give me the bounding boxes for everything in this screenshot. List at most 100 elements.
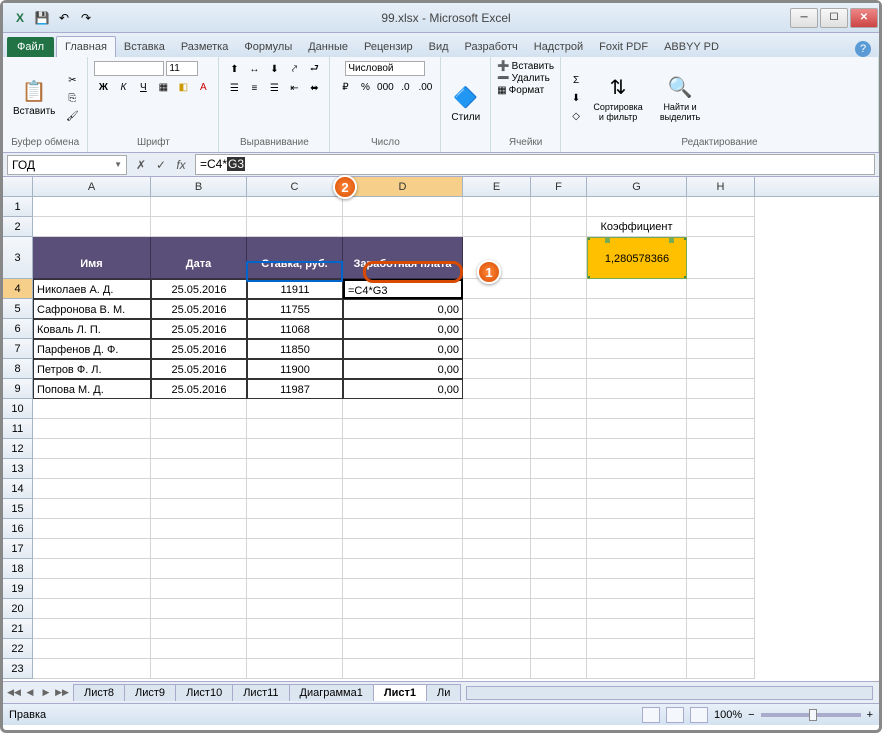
undo-icon[interactable]: ↶ <box>55 9 73 27</box>
cell[interactable] <box>687 237 755 279</box>
cell[interactable] <box>343 579 463 599</box>
table-cell[interactable]: 25.05.2016 <box>151 339 247 359</box>
cell[interactable] <box>587 639 687 659</box>
cell[interactable] <box>151 599 247 619</box>
cell[interactable] <box>343 539 463 559</box>
row-header[interactable]: 11 <box>3 419 33 439</box>
font-size-select[interactable] <box>166 61 198 76</box>
cell[interactable] <box>531 459 587 479</box>
cell[interactable] <box>687 197 755 217</box>
cell[interactable] <box>587 559 687 579</box>
autosum-icon[interactable]: Σ <box>567 72 585 88</box>
cell[interactable] <box>463 539 531 559</box>
col-header-g[interactable]: G <box>587 177 687 196</box>
cell[interactable] <box>463 639 531 659</box>
cell[interactable] <box>247 539 343 559</box>
cell[interactable] <box>463 359 531 379</box>
font-color-icon[interactable]: A <box>194 79 212 95</box>
horizontal-scrollbar[interactable] <box>466 686 873 700</box>
cell[interactable] <box>463 519 531 539</box>
cell[interactable] <box>343 659 463 679</box>
zoom-in-icon[interactable]: + <box>867 709 873 721</box>
row-header[interactable]: 9 <box>3 379 33 399</box>
cell[interactable] <box>151 499 247 519</box>
cell[interactable] <box>587 439 687 459</box>
row-header[interactable]: 8 <box>3 359 33 379</box>
cell[interactable] <box>33 579 151 599</box>
cell[interactable] <box>587 319 687 339</box>
cell[interactable] <box>151 197 247 217</box>
cell[interactable] <box>247 479 343 499</box>
row-header[interactable]: 15 <box>3 499 33 519</box>
format-painter-icon[interactable]: 🖌 <box>63 108 81 124</box>
row-header[interactable]: 4 <box>3 279 33 299</box>
table-cell[interactable]: 11900 <box>247 359 343 379</box>
table-cell[interactable]: 0,00 <box>343 319 463 339</box>
row-header[interactable]: 13 <box>3 459 33 479</box>
cell[interactable] <box>247 499 343 519</box>
cell[interactable] <box>687 339 755 359</box>
cell[interactable] <box>343 197 463 217</box>
cell[interactable] <box>343 217 463 237</box>
tab-developer[interactable]: Разработч <box>457 37 526 57</box>
cell[interactable] <box>151 639 247 659</box>
cell[interactable] <box>343 519 463 539</box>
formula-input[interactable]: =C4*G3 <box>195 154 875 175</box>
indent-dec-icon[interactable]: ⇤ <box>285 80 303 96</box>
view-layout-icon[interactable] <box>666 707 684 723</box>
cell[interactable] <box>687 579 755 599</box>
maximize-button[interactable]: ☐ <box>820 8 848 28</box>
cell[interactable] <box>151 479 247 499</box>
cell[interactable] <box>343 399 463 419</box>
sheet-nav-arrows[interactable]: ◀◀◀▶▶▶ <box>3 687 73 698</box>
spreadsheet-grid[interactable]: A B C D E F G H 1 2Коэффициент 3 Имя Дат… <box>3 177 879 681</box>
copy-icon[interactable]: ⎘ <box>63 90 81 106</box>
clear-icon[interactable]: ◇ <box>567 108 585 124</box>
cell[interactable] <box>33 459 151 479</box>
cell[interactable] <box>587 197 687 217</box>
cell[interactable] <box>151 659 247 679</box>
cell[interactable] <box>531 379 587 399</box>
cell[interactable] <box>687 299 755 319</box>
cell[interactable] <box>587 519 687 539</box>
cell[interactable] <box>687 659 755 679</box>
bold-icon[interactable]: Ж <box>94 79 112 95</box>
redo-icon[interactable]: ↷ <box>77 9 95 27</box>
cell[interactable] <box>531 279 587 299</box>
cell[interactable] <box>151 419 247 439</box>
cell[interactable] <box>247 459 343 479</box>
cell[interactable] <box>33 519 151 539</box>
col-header-e[interactable]: E <box>463 177 531 196</box>
orientation-icon[interactable]: ⤤ <box>285 61 303 77</box>
cell[interactable] <box>247 197 343 217</box>
cell[interactable] <box>587 579 687 599</box>
paste-button[interactable]: 📋Вставить <box>9 77 59 119</box>
cell[interactable] <box>687 319 755 339</box>
cell[interactable] <box>151 619 247 639</box>
sheet-tab[interactable]: Диаграмма1 <box>289 684 374 701</box>
cell[interactable] <box>531 559 587 579</box>
cell[interactable] <box>687 639 755 659</box>
col-header-f[interactable]: F <box>531 177 587 196</box>
cell[interactable] <box>687 499 755 519</box>
table-cell[interactable]: 11850 <box>247 339 343 359</box>
cell[interactable] <box>247 579 343 599</box>
row-header[interactable]: 10 <box>3 399 33 419</box>
cell[interactable] <box>587 499 687 519</box>
merge-icon[interactable]: ⬌ <box>305 80 323 96</box>
table-cell[interactable]: Николаев А. Д. <box>33 279 151 299</box>
underline-icon[interactable]: Ч <box>134 79 152 95</box>
table-cell[interactable]: 25.05.2016 <box>151 319 247 339</box>
cell[interactable] <box>687 599 755 619</box>
table-cell[interactable]: 0,00 <box>343 379 463 399</box>
close-button[interactable]: ✕ <box>850 8 878 28</box>
comma-icon[interactable]: 000 <box>376 79 394 95</box>
cell[interactable] <box>151 539 247 559</box>
cell[interactable] <box>587 479 687 499</box>
row-header[interactable]: 17 <box>3 539 33 559</box>
delete-cells-icon[interactable]: ➖ <box>497 73 509 84</box>
cell[interactable] <box>463 479 531 499</box>
tab-file[interactable]: Файл <box>7 37 54 57</box>
cell[interactable] <box>247 619 343 639</box>
cell[interactable] <box>33 217 151 237</box>
